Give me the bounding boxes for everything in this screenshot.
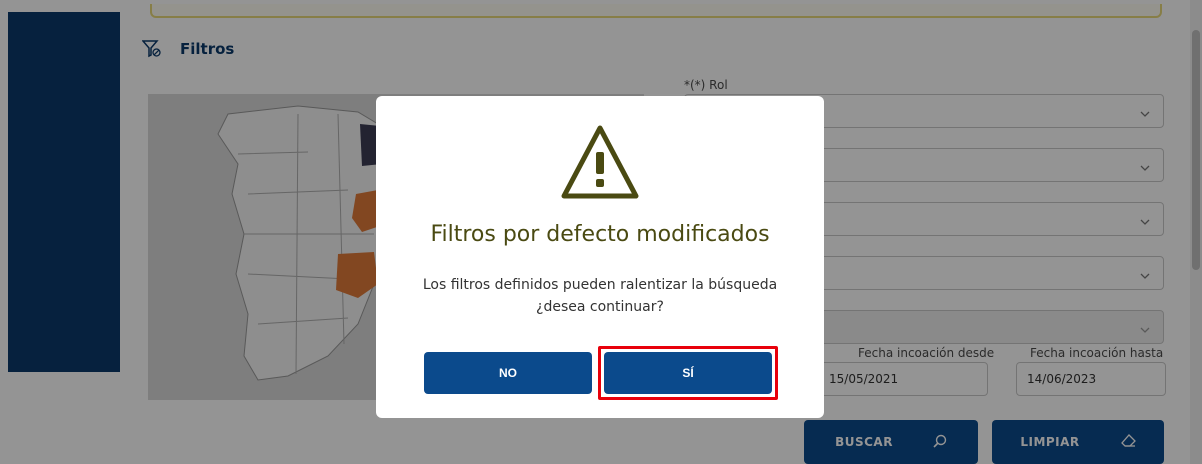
dialog-message: Los filtros definidos pueden ralentizar … [396, 274, 804, 318]
no-button[interactable]: NO [424, 352, 592, 394]
dialog-message-line2: ¿desea continuar? [536, 299, 664, 315]
dialog-title: Filtros por defecto modificados [430, 222, 770, 247]
warning-triangle-icon [560, 124, 640, 204]
si-button[interactable]: SÍ [604, 352, 772, 394]
confirm-dialog: Filtros por defecto modificados Los filt… [376, 96, 824, 418]
dialog-message-line1: Los filtros definidos pueden ralentizar … [422, 277, 778, 293]
